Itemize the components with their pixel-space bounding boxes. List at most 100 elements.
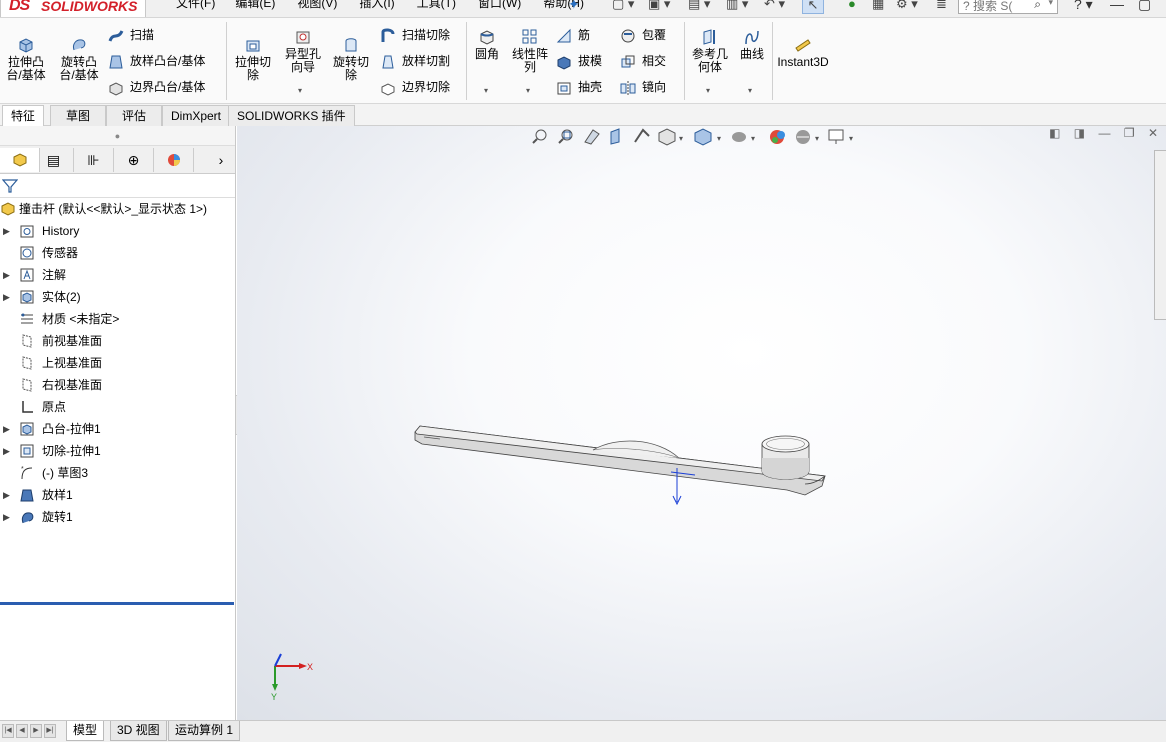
last-tab-icon[interactable]: ▶| — [44, 724, 56, 738]
search-dropdown-icon[interactable]: ▾ — [1048, 0, 1053, 8]
boundary-boss-button[interactable]: 边界凸台/基体 — [108, 78, 205, 96]
instant3d-button[interactable]: Instant3D — [776, 36, 830, 69]
expand-arrow-icon[interactable]: ▶ — [3, 220, 10, 242]
model-striker-rod[interactable] — [414, 425, 826, 496]
search-icon[interactable]: ⌕ — [1034, 0, 1041, 12]
graphics-area[interactable]: ▾ ▾ ▾ ▾ ▾ ◧ ◨ — ❐ ✕ X Y — [237, 126, 1166, 720]
file-properties-icon[interactable]: ▦ — [872, 0, 884, 14]
mirror-button[interactable]: 镜向 — [620, 78, 666, 96]
select-pointer-icon[interactable]: ↖ — [802, 0, 824, 14]
sketch-icon: * — [21, 466, 33, 480]
loft-cut-label: 放样切割 — [402, 54, 451, 68]
reference-geometry-button[interactable]: 参考几 何体 — [688, 28, 732, 74]
expand-arrow-icon[interactable]: ▶ — [3, 484, 10, 506]
help-icon[interactable]: ? ▾ — [1074, 0, 1093, 13]
options-gear-icon[interactable]: ⚙ ▾ — [896, 0, 918, 14]
menu-tools[interactable]: 工具(T) — [417, 0, 456, 11]
revolve-boss-button[interactable]: 旋转凸 台/基体 — [56, 36, 102, 82]
overflow-menu-icon[interactable]: ≣ — [936, 0, 947, 14]
rollback-bar[interactable] — [0, 602, 234, 605]
curves-dropdown-icon[interactable]: ▾ — [748, 86, 752, 95]
next-tab-icon[interactable]: ▶ — [30, 724, 42, 738]
extrude-boss-icon — [19, 38, 33, 53]
hole-wizard-dropdown-icon[interactable]: ▾ — [298, 86, 302, 95]
sweep-cut-icon — [381, 28, 395, 42]
reference-geometry-dropdown-icon[interactable]: ▾ — [706, 86, 710, 95]
menu-file[interactable]: 文件(F) — [176, 0, 215, 11]
intersect-button[interactable]: 相交 — [620, 52, 666, 70]
tree-root-label: 撞击杆 (默认<<默认>_显示状态 1>) — [19, 202, 208, 216]
manager-tabs-scroll-icon[interactable]: › — [206, 148, 236, 172]
tab-sketch[interactable]: 草图 — [50, 105, 106, 126]
extrude-cut-label: 拉伸切 除 — [234, 55, 271, 82]
panel-collapse-grip[interactable]: ● — [0, 126, 235, 146]
expand-arrow-icon[interactable]: ▶ — [3, 506, 10, 528]
curves-button[interactable]: 曲线 — [736, 28, 768, 61]
revolve-boss-label: 旋转凸 台/基体 — [59, 55, 99, 82]
sweep-cut-button[interactable]: 扫描切除 — [380, 26, 450, 44]
expand-arrow-icon[interactable]: ▶ — [3, 264, 10, 286]
rib-button[interactable]: 筋 — [556, 26, 590, 44]
tab-features[interactable]: 特征 — [2, 105, 45, 126]
first-tab-icon[interactable]: |◀ — [2, 724, 14, 738]
menu-edit[interactable]: 编辑(E) — [235, 0, 275, 11]
draft-button[interactable]: 拔模 — [556, 52, 602, 70]
title-menu-bar: DS SOLIDWORKS 文件(F) 编辑(E) 视图(V) 插入(I) 工具… — [0, 0, 1166, 18]
instant3d-icon — [795, 39, 811, 52]
sensor-icon — [20, 246, 34, 260]
tab-3d-views[interactable]: 3D 视图 — [110, 721, 167, 741]
property-manager-tab-icon[interactable]: ▤ — [34, 148, 74, 172]
search-box[interactable]: ? 搜索 S( ⌕ ▾ — [958, 0, 1058, 14]
boundary-cut-button[interactable]: 边界切除 — [380, 78, 450, 96]
display-manager-tab-icon[interactable] — [154, 148, 194, 172]
tree-item-label: 旋转1 — [42, 510, 73, 524]
shell-button[interactable]: 抽壳 — [556, 78, 602, 96]
tab-dimxpert[interactable]: DimXpert — [162, 105, 231, 126]
dimxpert-manager-tab-icon[interactable]: ⊕ — [114, 148, 154, 172]
extrude-cut-button[interactable]: 拉伸切 除 — [230, 36, 276, 82]
sweep-label: 扫描 — [130, 28, 155, 42]
search-input[interactable]: 搜索 S( — [973, 0, 1012, 13]
save-icon[interactable]: ▤ ▾ — [688, 0, 710, 14]
minimize-window-icon[interactable]: — — [1110, 0, 1124, 12]
solidworks-logo[interactable]: DS SOLIDWORKS — [0, 0, 146, 17]
expand-arrow-icon[interactable]: ▶ — [3, 440, 10, 462]
configuration-manager-tab-icon[interactable]: ⊪ — [74, 148, 114, 172]
sweep-button[interactable]: 扫描 — [108, 26, 154, 44]
expand-arrow-icon[interactable]: ▶ — [3, 286, 10, 308]
filter-icon[interactable] — [2, 178, 18, 194]
expand-arrow-icon[interactable]: ▶ — [3, 418, 10, 440]
extrude-boss-button[interactable]: 拉伸凸 台/基体 — [4, 36, 48, 82]
menu-window[interactable]: 窗口(W) — [478, 0, 521, 11]
fillet-dropdown-icon[interactable]: ▾ — [484, 86, 488, 95]
loft-cut-button[interactable]: 放样切割 — [380, 52, 450, 70]
open-document-icon[interactable]: ▣ ▾ — [648, 0, 670, 14]
rebuild-icon[interactable]: ● — [848, 0, 856, 14]
tree-item-label: 原点 — [42, 400, 67, 414]
print-icon[interactable]: ▥ ▾ — [726, 0, 748, 14]
tree-filter-bar[interactable] — [0, 174, 235, 198]
fillet-button[interactable]: 圆角 — [470, 28, 504, 61]
tab-motion-study-1[interactable]: 运动算例 1 — [168, 721, 241, 741]
previous-tab-icon[interactable]: ◀ — [16, 724, 28, 738]
tab-evaluate[interactable]: 评估 — [106, 105, 162, 126]
tab-solidworks-addins[interactable]: SOLIDWORKS 插件 — [228, 105, 355, 126]
pin-menu-icon[interactable]: ✦ — [568, 0, 580, 13]
linear-pattern-dropdown-icon[interactable]: ▾ — [526, 86, 530, 95]
new-document-icon[interactable]: ▢ ▾ — [612, 0, 634, 14]
loft-boss-button[interactable]: 放样凸台/基体 — [108, 52, 205, 70]
boundary-cut-label: 边界切除 — [402, 80, 451, 94]
tree-item-label: 上视基准面 — [42, 356, 103, 370]
menu-insert[interactable]: 插入(I) — [359, 0, 394, 11]
menu-view[interactable]: 视图(V) — [297, 0, 337, 11]
tree-item-label: 凸台-拉伸1 — [42, 422, 101, 436]
help-circle-icon: ? — [963, 0, 970, 13]
reference-triad: X Y — [271, 653, 313, 702]
undo-icon[interactable]: ↶ ▾ — [764, 0, 785, 14]
hole-wizard-button[interactable]: 异型孔 向导 — [280, 28, 326, 74]
tab-model[interactable]: 模型 — [66, 721, 105, 741]
maximize-window-icon[interactable]: ▢ — [1138, 0, 1151, 13]
wrap-button[interactable]: 包覆 — [620, 26, 666, 44]
linear-pattern-button[interactable]: 线性阵 列 — [508, 28, 552, 74]
revolve-cut-button[interactable]: 旋转切 除 — [328, 36, 374, 82]
